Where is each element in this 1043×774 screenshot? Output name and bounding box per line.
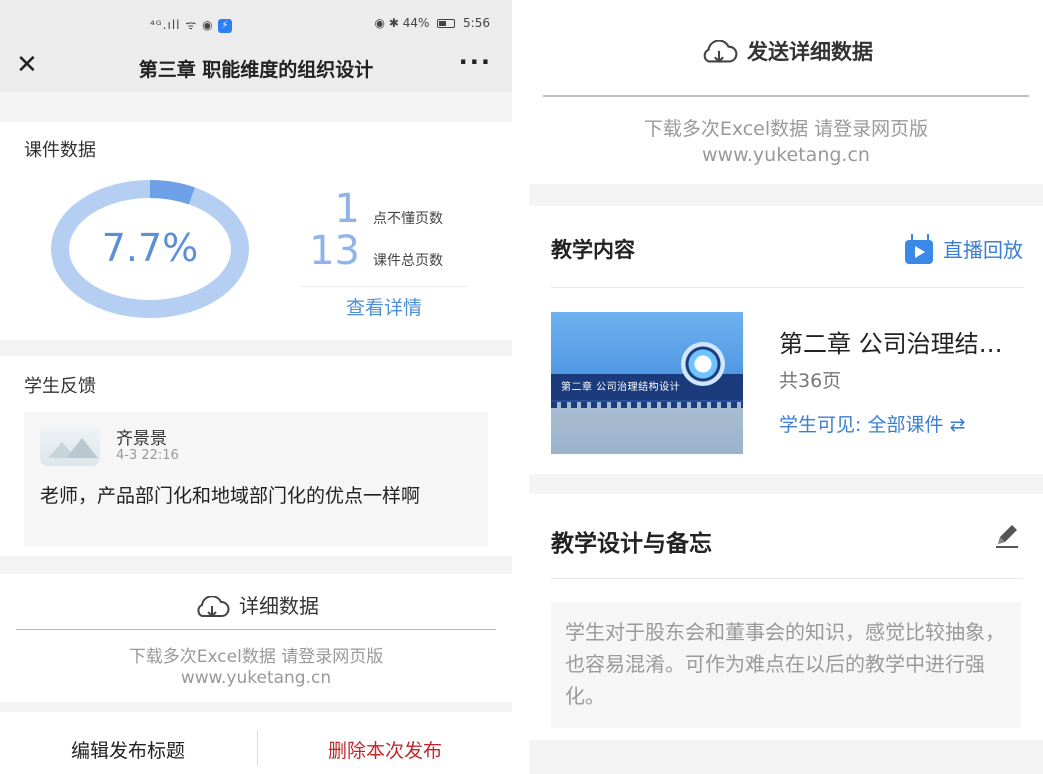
- right-screen: 发送详细数据 下载多次Excel数据 请登录网页版 www.yuketang.c…: [529, 0, 1043, 774]
- battery-percent: 44%: [402, 16, 430, 30]
- student-visibility-toggle[interactable]: 学生可见: 全部课件 ⇄: [779, 410, 965, 437]
- course-data-card: 课件数据 7.7% 1 点不懂页数 13 课件总页数 查看详情: [0, 122, 512, 340]
- send-detailed-data-button[interactable]: 发送详细数据: [529, 36, 1043, 66]
- teaching-content-title: 教学内容: [551, 238, 635, 262]
- cloud-download-icon: [703, 40, 738, 63]
- memo-text: 学生对于股东会和董事会的知识，感觉比较抽象，也容易混淆。可作为难点在以后的教学中…: [565, 620, 1005, 708]
- stat-total-pages-num: 13: [309, 228, 360, 274]
- send-detailed-data-card: 发送详细数据 下载多次Excel数据 请登录网页版 www.yuketang.c…: [529, 0, 1043, 184]
- cloud-download-icon: [197, 595, 230, 617]
- avatar: [40, 426, 100, 466]
- stat-total-pages-label: 课件总页数: [373, 253, 443, 269]
- donut-highlight: [149, 180, 195, 205]
- edit-title-button[interactable]: 编辑发布标题: [0, 736, 256, 763]
- more-icon[interactable]: ···: [459, 48, 492, 76]
- detailed-data-card: 详细数据 下载多次Excel数据 请登录网页版 www.yuketang.cn: [0, 574, 512, 702]
- detailed-data-title: 详细数据: [239, 594, 319, 618]
- tv-play-icon: [905, 239, 933, 264]
- battery-icon: [437, 19, 456, 28]
- live-replay-button[interactable]: 直播回放: [905, 234, 1023, 264]
- divider: [551, 287, 1023, 288]
- feedback-item: 齐景景 4-3 22:16 老师，产品部门化和地域部门化的优点一样啊: [24, 412, 488, 546]
- feedback-label: 学生反馈: [24, 376, 96, 397]
- delete-publish-button[interactable]: 删除本次发布: [258, 736, 512, 763]
- eye-icon: ◉: [374, 16, 385, 30]
- download-hint: 下载多次Excel数据 请登录网页版: [643, 118, 929, 140]
- teaching-design-title: 教学设计与备忘: [551, 531, 712, 557]
- courseware-page-count: 共36页: [779, 370, 842, 392]
- left-screen: ⁴ᴳ.ıll ᯤ ◉ ⚡ ◉ ✱ 44% 5:56 ✕ 第三章 职能维度的组织设…: [0, 0, 512, 774]
- pencil-icon[interactable]: [993, 522, 1021, 550]
- status-bar: ⁴ᴳ.ıll ᯤ ◉ ⚡ ◉ ✱ 44% 5:56: [0, 0, 512, 40]
- divider: [16, 629, 496, 630]
- page-title: 第三章 职能维度的组织设计: [138, 59, 374, 81]
- courseware-thumbnail[interactable]: 第二章 公司治理结构设计: [551, 312, 743, 454]
- status-right: ◉ ✱ 44% 5:56: [375, 16, 490, 30]
- live-replay-label: 直播回放: [943, 238, 1023, 262]
- website-url: www.yuketang.cn: [180, 668, 332, 688]
- percent-value: 7.7%: [101, 226, 199, 270]
- course-data-label: 课件数据: [24, 140, 96, 161]
- divider: [543, 95, 1029, 97]
- bottom-action-bar: 编辑发布标题 删除本次发布: [0, 712, 512, 774]
- divider: [551, 578, 1023, 579]
- bluetooth-icon: ✱: [388, 16, 399, 30]
- thumbnail-caption: 第二章 公司治理结构设计: [561, 382, 681, 393]
- disc-logo: [681, 342, 725, 386]
- status-icons: ⁴ᴳ.ıll ᯤ ◉ ⚡: [150, 16, 233, 33]
- feedback-text: 老师，产品部门化和地域部门化的优点一样啊: [40, 485, 421, 507]
- memo-box[interactable]: 学生对于股东会和董事会的知识，感觉比较抽象，也容易混淆。可作为难点在以后的教学中…: [551, 602, 1021, 728]
- teaching-content-card: 教学内容 直播回放 第二章 公司治理结构设计 第二章 公司治理结… 共36页 学…: [529, 206, 1043, 474]
- feedback-author: 齐景景: [116, 429, 167, 449]
- stat-not-understood-num: 1: [334, 186, 360, 232]
- view-details-link[interactable]: 查看详情: [300, 286, 468, 320]
- courseware-title[interactable]: 第二章 公司治理结…: [779, 324, 1003, 359]
- clock: 5:56: [463, 16, 490, 30]
- website-url: www.yuketang.cn: [702, 144, 870, 166]
- bolt-icon: ⚡: [218, 18, 233, 33]
- feedback-time: 4-3 22:16: [116, 448, 179, 463]
- stat-not-understood-label: 点不懂页数: [373, 211, 443, 227]
- feedback-card: 学生反馈 齐景景 4-3 22:16 老师，产品部门化和地域部门化的优点一样啊: [0, 356, 512, 556]
- detailed-data-button[interactable]: 详细数据: [0, 590, 512, 620]
- send-detailed-data-title: 发送详细数据: [747, 40, 873, 64]
- nav-bar: ✕ 第三章 职能维度的组织设计 ···: [0, 40, 512, 92]
- download-hint: 下载多次Excel数据 请登录网页版: [128, 647, 384, 667]
- teaching-design-card: 教学设计与备忘 学生对于股东会和董事会的知识，感觉比较抽象，也容易混淆。可作为难…: [529, 494, 1043, 740]
